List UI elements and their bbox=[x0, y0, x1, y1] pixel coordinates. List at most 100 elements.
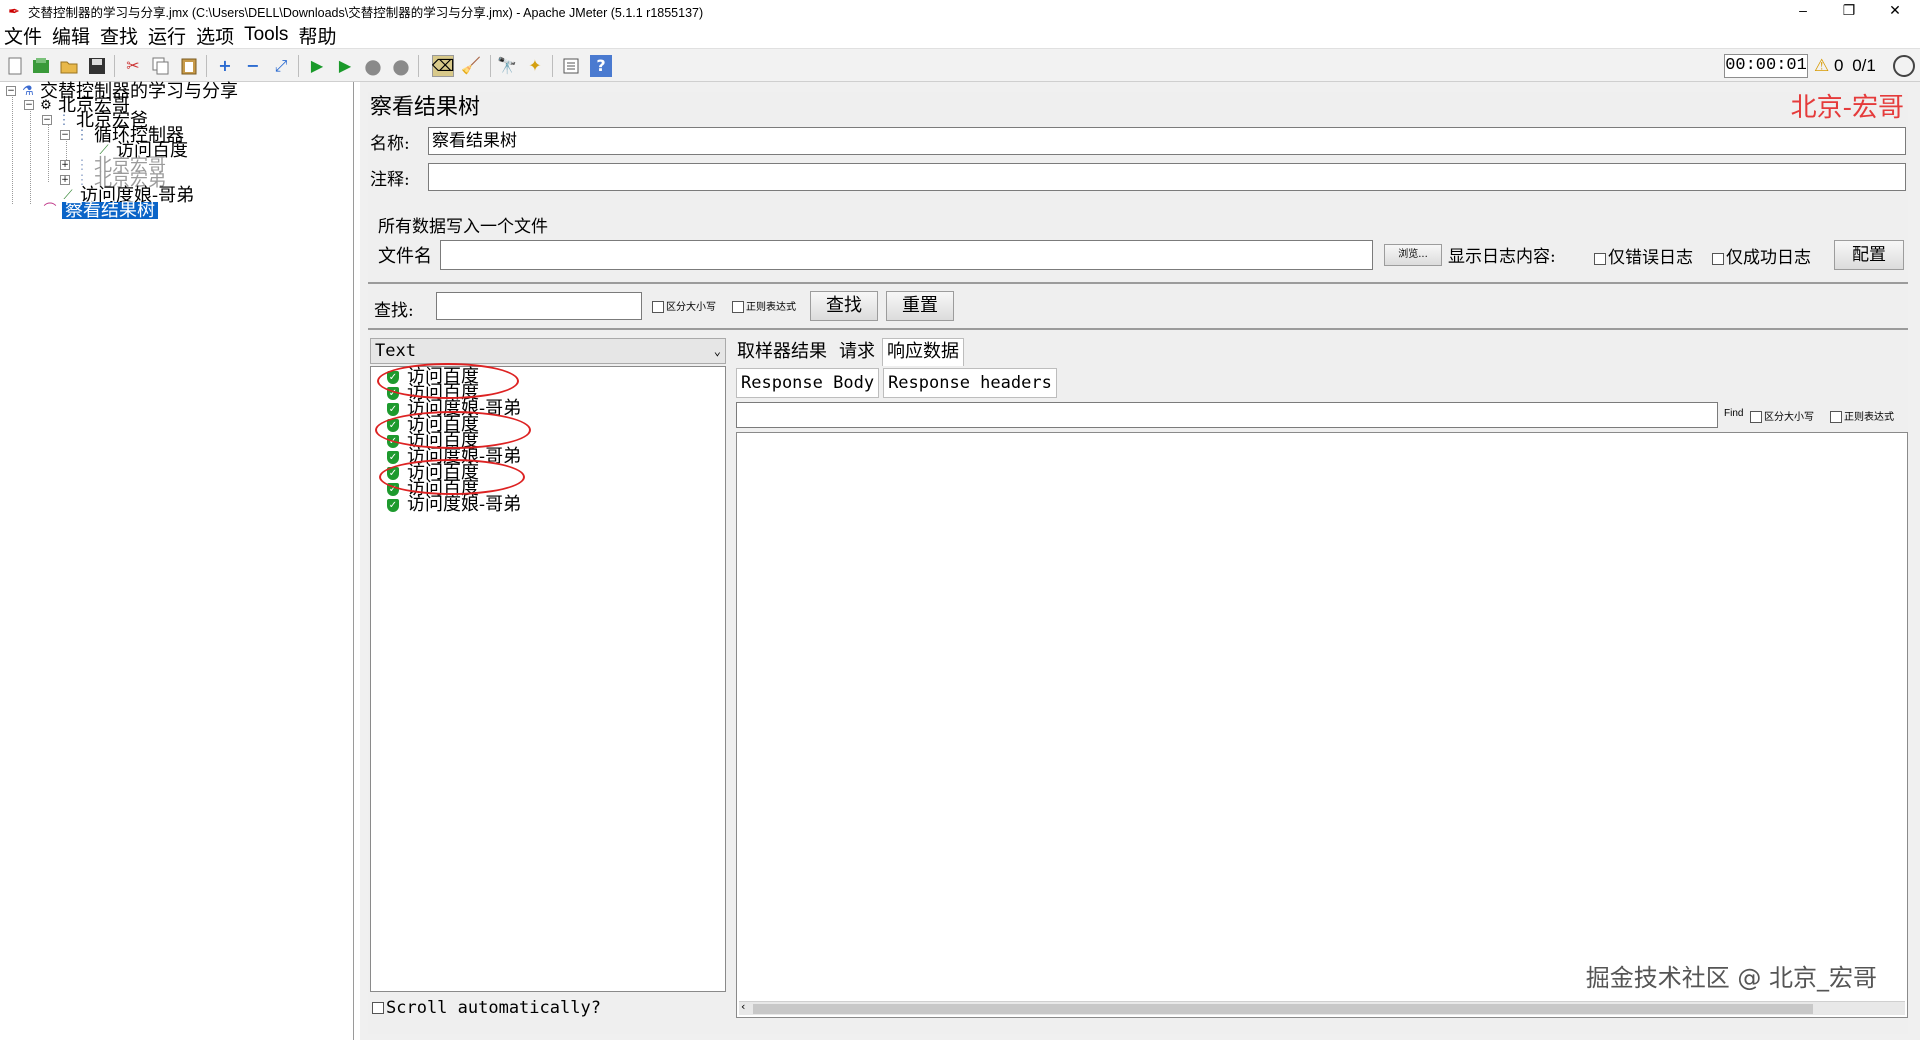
copy-icon[interactable] bbox=[150, 55, 172, 77]
jmeter-feather-icon: ✒ bbox=[8, 3, 20, 19]
search-icon[interactable]: 🔭 bbox=[496, 55, 518, 77]
menu-run[interactable]: 运行 bbox=[148, 22, 186, 49]
warning-counter[interactable]: ⚠ 0 0/1 bbox=[1814, 55, 1876, 77]
collapse-toggle-icon[interactable]: − bbox=[42, 115, 52, 125]
menu-bar: 文件 编辑 查找 运行 选项 Tools 帮助 bbox=[0, 22, 1920, 48]
cut-icon[interactable]: ✂ bbox=[122, 55, 144, 77]
menu-edit[interactable]: 编辑 bbox=[52, 22, 90, 49]
browse-button[interactable]: 浏览... bbox=[1384, 244, 1442, 266]
warning-count: 0 bbox=[1833, 56, 1844, 75]
case-sensitive-checkbox[interactable]: 区分大小写 bbox=[1750, 408, 1814, 423]
help-icon[interactable]: ? bbox=[590, 55, 612, 77]
start-icon[interactable]: ▶ bbox=[306, 55, 328, 77]
success-only-checkbox[interactable]: 仅成功日志 bbox=[1712, 243, 1811, 268]
elapsed-timer: 00:00:01 bbox=[1724, 54, 1808, 78]
find-label: Find bbox=[1724, 408, 1744, 419]
write-to-file-group: 所有数据写入一个文件 文件名 浏览... 显示日志内容: 仅错误日志 仅成功日志… bbox=[372, 212, 1906, 278]
function-helper-icon[interactable] bbox=[560, 55, 582, 77]
reset-search-icon[interactable]: ✦ bbox=[524, 55, 546, 77]
start-no-pause-icon[interactable]: ▶ bbox=[334, 55, 356, 77]
search-input[interactable] bbox=[436, 292, 642, 320]
templates-icon[interactable] bbox=[30, 55, 52, 77]
result-detail-pane: 取样器结果 请求 响应数据 Response Body Response hea… bbox=[732, 338, 1908, 1030]
collapse-toggle-icon[interactable]: − bbox=[60, 130, 70, 140]
regex-checkbox[interactable]: 正则表达式 bbox=[1830, 408, 1894, 423]
list-item[interactable]: ✓ 访问度娘-哥弟 bbox=[387, 496, 521, 514]
tree-node-view-results-tree[interactable]: ⌒ 察看结果树 bbox=[42, 201, 158, 219]
restore-button[interactable]: ❐ bbox=[1826, 0, 1872, 22]
comment-label: 注释: bbox=[370, 169, 410, 190]
expand-toggle-icon[interactable]: + bbox=[60, 175, 70, 185]
expand-icon[interactable]: + bbox=[214, 55, 236, 77]
author-watermark: 北京-宏哥 bbox=[1790, 93, 1904, 123]
horizontal-scrollbar[interactable]: ‹ bbox=[739, 1000, 1905, 1015]
comment-input[interactable] bbox=[428, 163, 1906, 191]
menu-file[interactable]: 文件 bbox=[4, 22, 42, 49]
checkbox-icon bbox=[1830, 411, 1842, 423]
checkbox-icon bbox=[372, 1002, 384, 1014]
name-label: 名称: bbox=[370, 133, 410, 154]
name-input[interactable]: 察看结果树 bbox=[428, 127, 1906, 155]
response-find-row: Find 区分大小写 正则表达式 bbox=[736, 400, 1908, 430]
results-list-pane: Text ⌄ ✓ 访问百度 ✓ 访问百度 ✓ 访问度娘-哥弟 ✓ 访问百度 ✓ 访问百度 … bbox=[370, 338, 726, 1030]
title-bar: ✒ 交替控制器的学习与分享.jmx (C:\Users\DELL\Downloa… bbox=[0, 0, 1920, 22]
response-find-input[interactable] bbox=[736, 402, 1718, 428]
filename-input[interactable] bbox=[440, 240, 1373, 270]
save-icon[interactable] bbox=[86, 55, 108, 77]
shutdown-icon[interactable]: ● bbox=[390, 55, 412, 77]
paste-icon[interactable] bbox=[178, 55, 200, 77]
menu-help[interactable]: 帮助 bbox=[298, 22, 336, 49]
scroll-automatically-checkbox[interactable]: Scroll automatically? bbox=[372, 998, 601, 1018]
warning-icon: ⚠ bbox=[1814, 56, 1830, 75]
regex-checkbox[interactable]: 正则表达式 bbox=[732, 298, 796, 313]
splitter[interactable] bbox=[368, 328, 1908, 330]
collapse-toggle-icon[interactable]: − bbox=[24, 100, 34, 110]
annotation-ellipse bbox=[377, 363, 519, 399]
renderer-select[interactable]: Text ⌄ bbox=[370, 338, 726, 364]
stop-icon[interactable]: ● bbox=[362, 55, 384, 77]
tab-response-headers[interactable]: Response headers bbox=[883, 368, 1057, 398]
case-sensitive-checkbox[interactable]: 区分大小写 bbox=[652, 298, 716, 313]
thread-count: 0/1 bbox=[1852, 56, 1876, 75]
find-button[interactable]: 查找 bbox=[810, 291, 878, 321]
new-icon[interactable] bbox=[4, 55, 26, 77]
configure-button[interactable]: 配置 bbox=[1834, 240, 1904, 270]
checkbox-icon bbox=[1712, 252, 1724, 265]
checkbox-icon bbox=[732, 301, 744, 313]
errors-only-checkbox[interactable]: 仅错误日志 bbox=[1594, 243, 1693, 268]
menu-search[interactable]: 查找 bbox=[100, 22, 138, 49]
remote-globe-icon bbox=[1893, 55, 1915, 77]
checkbox-icon bbox=[652, 301, 664, 313]
tab-response-body[interactable]: Response Body bbox=[736, 368, 880, 398]
minimize-button[interactable]: – bbox=[1780, 0, 1826, 22]
toggle-icon[interactable]: ⤢ bbox=[270, 55, 292, 77]
splitter[interactable] bbox=[368, 282, 1908, 284]
response-subtabs: Response Body Response headers bbox=[736, 368, 1061, 398]
tab-request[interactable]: 请求 bbox=[834, 338, 880, 366]
log-content-label: 显示日志内容: bbox=[1448, 247, 1556, 267]
scroll-left-icon[interactable]: ‹ bbox=[741, 1000, 745, 1013]
tab-sampler-result[interactable]: 取样器结果 bbox=[732, 338, 832, 366]
search-row: 查找: 区分大小写 正则表达式 查找 重置 bbox=[368, 288, 1908, 324]
menu-options[interactable]: 选项 bbox=[196, 22, 234, 49]
scrollbar-thumb[interactable] bbox=[753, 1004, 1813, 1014]
collapse-toggle-icon[interactable]: − bbox=[6, 86, 16, 96]
tab-response-data[interactable]: 响应数据 bbox=[882, 338, 964, 366]
clear-all-icon[interactable]: 🧹 bbox=[460, 55, 482, 77]
checkbox-icon bbox=[1750, 411, 1762, 423]
toolbar: ✂ + − ⤢ ▶ ▶ ● ● ⌫ 🧹 🔭 ✦ ? 00:00:01 ⚠ 0 0… bbox=[0, 48, 1920, 82]
success-shield-icon: ✓ bbox=[387, 450, 399, 464]
results-list: ✓ 访问百度 ✓ 访问百度 ✓ 访问度娘-哥弟 ✓ 访问百度 ✓ 访问百度 ✓ 访问度娘-哥… bbox=[370, 363, 726, 992]
close-button[interactable]: ✕ bbox=[1872, 0, 1918, 22]
open-icon[interactable] bbox=[58, 55, 80, 77]
reset-button[interactable]: 重置 bbox=[886, 291, 954, 321]
checkbox-icon bbox=[1594, 252, 1606, 265]
test-plan-tree: − ⚗ 交替控制器的学习与分享 − ⚙ 北京宏哥 − ⋮ 北京宏爸 − ⋮ 循环… bbox=[0, 82, 354, 1040]
collapse-icon[interactable]: − bbox=[242, 55, 264, 77]
group-title: 所有数据写入一个文件 bbox=[378, 217, 548, 237]
menu-tools[interactable]: Tools bbox=[244, 24, 288, 46]
expand-toggle-icon[interactable]: + bbox=[60, 160, 70, 170]
clear-icon[interactable]: ⌫ bbox=[432, 55, 454, 77]
response-body-area[interactable]: ‹ 掘金技术社区 @ 北京_宏哥 bbox=[736, 432, 1908, 1018]
success-shield-icon: ✓ bbox=[387, 402, 399, 416]
